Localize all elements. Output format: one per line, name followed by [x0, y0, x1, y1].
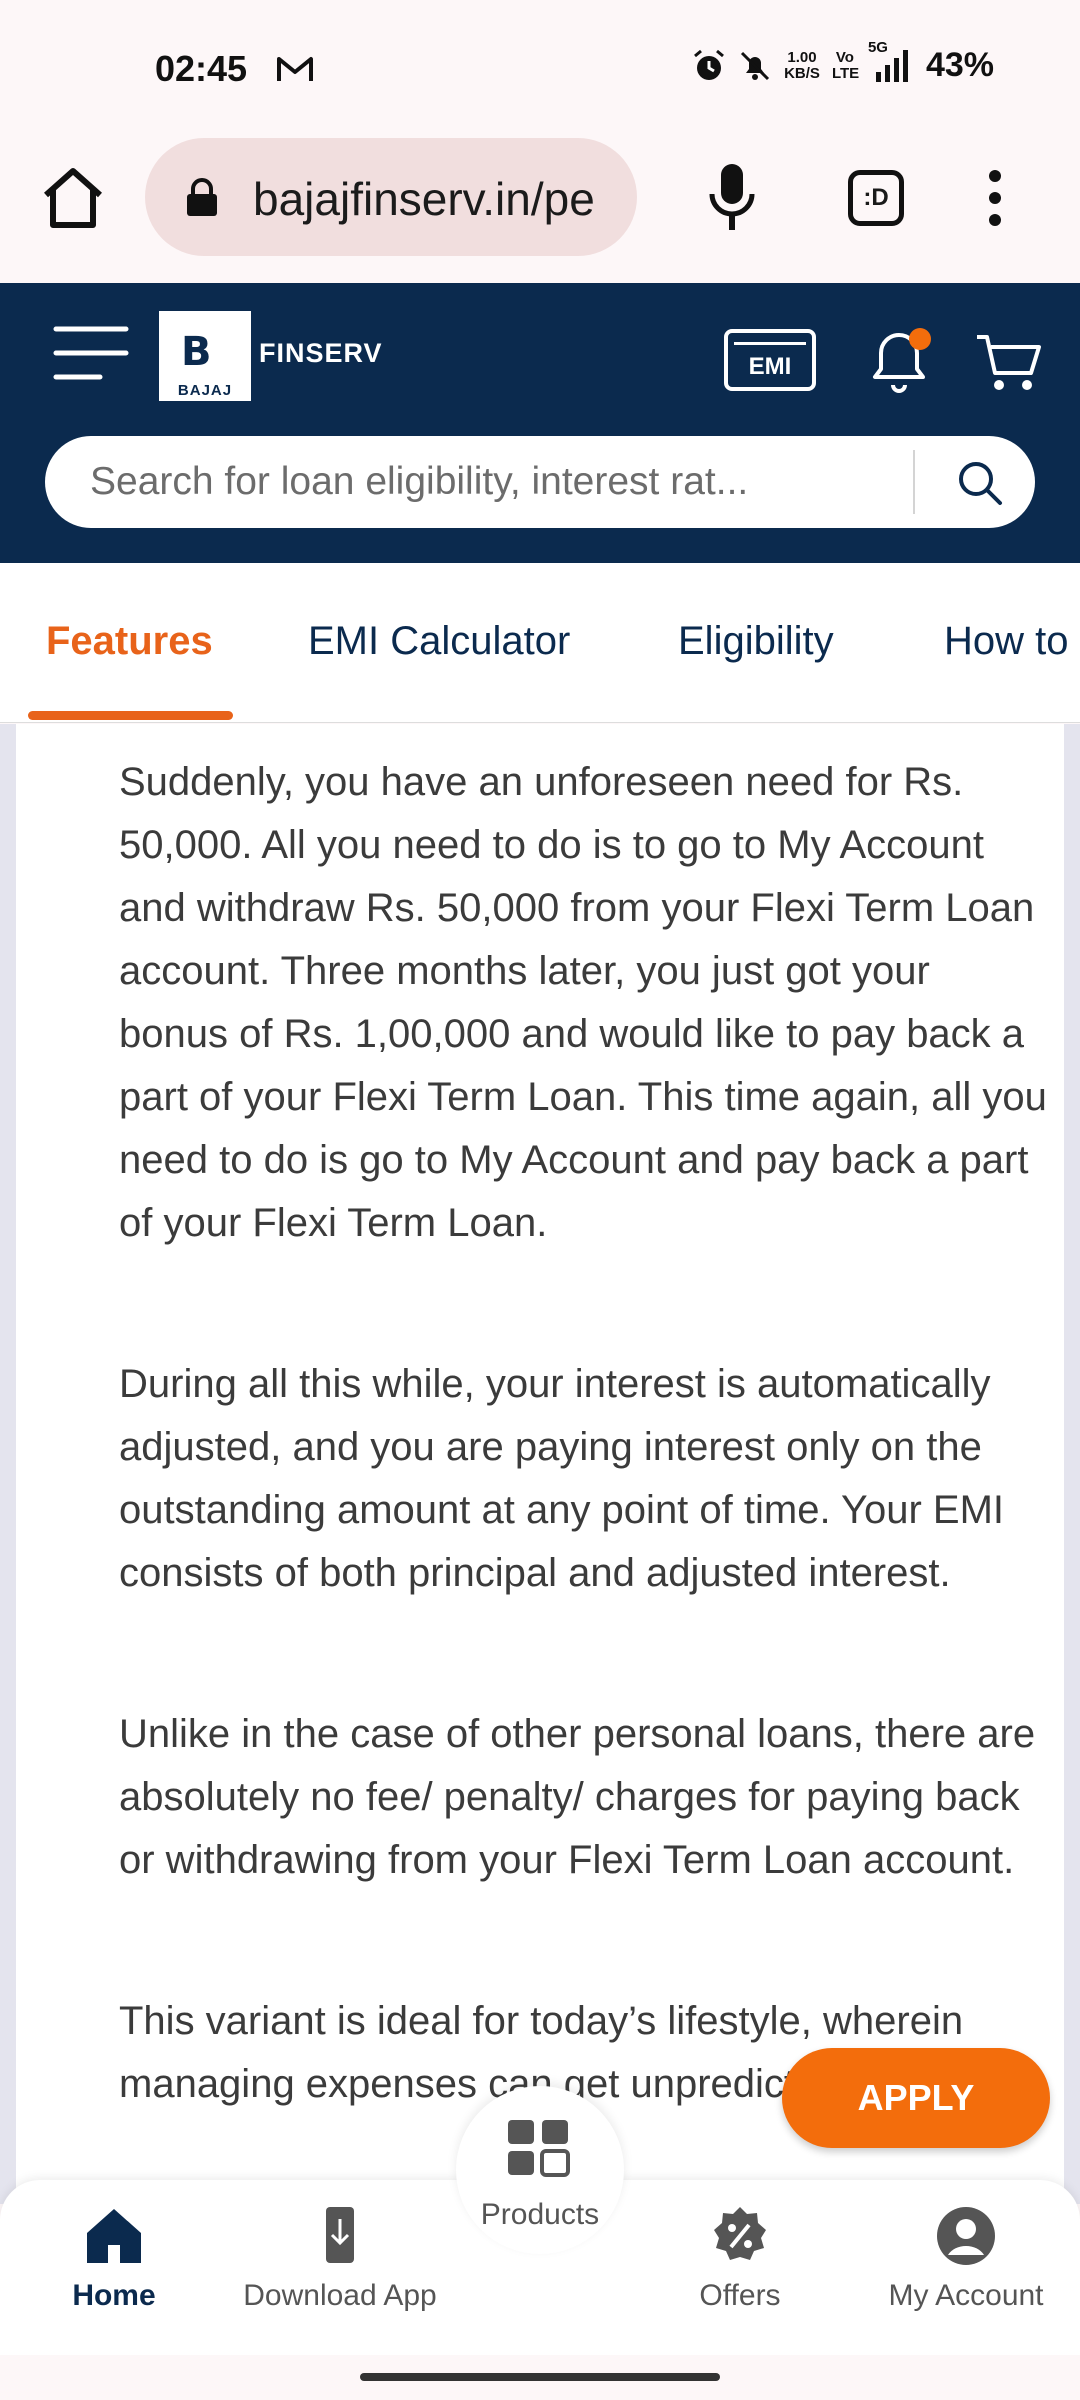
search-bar[interactable]: Search for loan eligibility, interest ra… — [45, 436, 1035, 528]
home-icon — [87, 2209, 141, 2263]
tab-features[interactable]: Features — [46, 619, 213, 664]
browser-toolbar: bajajfinserv.in/pe :D — [0, 110, 1080, 283]
signal-indicator: 5G — [868, 39, 914, 82]
site-header: B BAJAJ FINSERV EMI Search for loan elig… — [0, 283, 1080, 563]
nav-my-account[interactable]: My Account — [856, 2205, 1076, 2313]
offers-icon — [714, 2207, 766, 2260]
bell-icon[interactable] — [865, 323, 935, 395]
section-tabs: Features EMI Calculator Eligibility How … — [0, 563, 1080, 723]
paragraph-withdraw-example: Suddenly, you have an unforeseen need fo… — [119, 760, 1047, 1245]
hamburger-menu-icon[interactable] — [52, 323, 130, 383]
content-area: Suddenly, you have an unforeseen need fo… — [0, 724, 1080, 2204]
volte-indicator: Vo LTE — [831, 48, 860, 82]
signal-label: 5G — [867, 38, 888, 56]
network-speed: 1.00 KB/S — [784, 48, 820, 82]
paragraph-interest-adjusted: During all this while, your interest is … — [119, 1362, 1004, 1595]
download-app-icon — [326, 2207, 354, 2263]
status-bar: 02:45 1.00 KB/S Vo LTE 5G 43% — [0, 0, 1080, 110]
url-text: bajajfinserv.in/pe — [253, 173, 595, 225]
logo-mark-icon: B — [181, 329, 212, 375]
nav-download-app-label: Download App — [243, 2279, 437, 2312]
logo-word: BAJAJ — [177, 382, 233, 399]
nav-my-account-label: My Account — [888, 2279, 1044, 2312]
mic-icon[interactable] — [706, 162, 758, 234]
battery-level: 43% — [925, 46, 994, 84]
search-divider — [913, 450, 915, 514]
search-icon[interactable] — [955, 458, 1005, 508]
tab-eligibility[interactable]: Eligibility — [678, 619, 834, 664]
active-tab-indicator — [28, 711, 233, 720]
nav-products[interactable]: Products — [456, 2086, 624, 2254]
apply-button[interactable]: APPLY — [782, 2048, 1050, 2148]
brand-word: FINSERV — [259, 338, 383, 368]
emi-button[interactable]: EMI — [724, 329, 816, 391]
more-vert-icon[interactable] — [980, 168, 1010, 228]
home-icon[interactable] — [40, 165, 106, 231]
tab-how-to[interactable]: How to — [944, 619, 1069, 664]
search-input[interactable]: Search for loan eligibility, interest ra… — [90, 460, 748, 504]
account-icon — [937, 2207, 995, 2265]
paragraph-no-charges: Unlike in the case of other personal loa… — [119, 1712, 1036, 1882]
mute-icon — [741, 51, 770, 80]
alarm-icon — [694, 49, 725, 80]
grid-icon — [508, 2120, 570, 2177]
gesture-area — [0, 2355, 1080, 2400]
nav-home-label: Home — [72, 2279, 156, 2312]
status-time: 02:45 — [155, 48, 248, 89]
cart-icon[interactable] — [975, 331, 1043, 393]
nav-offers[interactable]: Offers — [630, 2205, 850, 2313]
lock-icon — [187, 178, 217, 216]
nav-products-label: Products — [480, 2198, 600, 2231]
gmail-icon — [277, 57, 313, 81]
tab-switcher-button[interactable]: :D — [848, 170, 904, 226]
content-card: Suddenly, you have an unforeseen need fo… — [16, 724, 1064, 2204]
nav-offers-label: Offers — [699, 2279, 781, 2312]
notification-dot — [909, 328, 931, 350]
nav-home[interactable]: Home — [4, 2205, 224, 2313]
gesture-handle[interactable] — [360, 2373, 720, 2381]
status-icons: 1.00 KB/S Vo LTE 5G 43% — [692, 39, 994, 85]
url-bar[interactable]: bajajfinserv.in/pe — [145, 138, 637, 256]
bajaj-logo[interactable]: B BAJAJ — [159, 311, 251, 401]
nav-download-app[interactable]: Download App — [230, 2205, 450, 2313]
tab-emi-calculator[interactable]: EMI Calculator — [308, 619, 570, 664]
